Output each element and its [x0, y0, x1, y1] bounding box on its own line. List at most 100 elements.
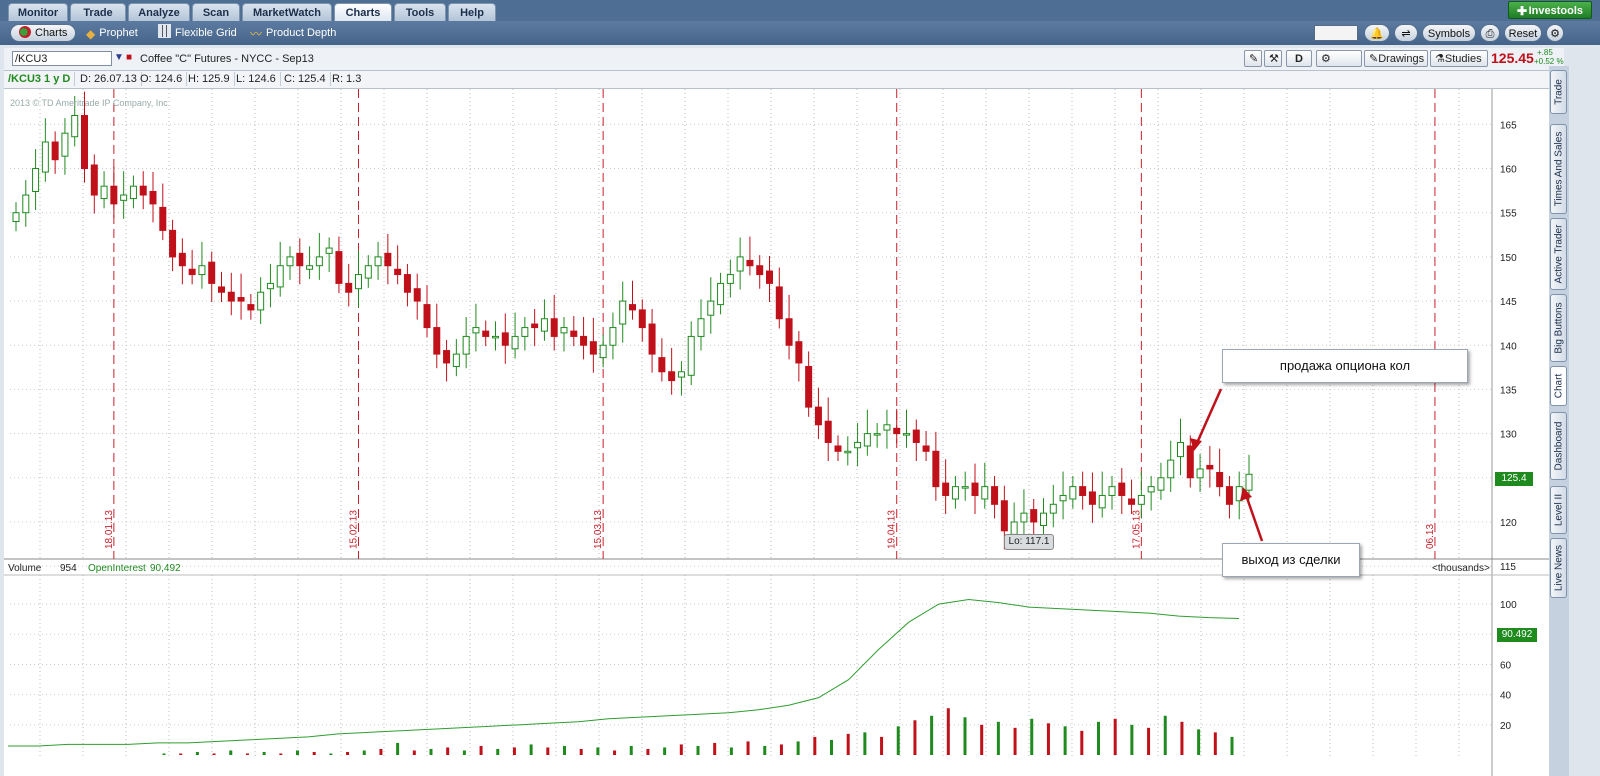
volume-bar	[1080, 730, 1084, 755]
volume-bar	[1230, 736, 1234, 755]
symbol-dropdown-icon[interactable]: ▼	[114, 52, 124, 63]
tab-tools[interactable]: Tools	[394, 3, 446, 21]
tab-charts[interactable]: Charts	[334, 3, 392, 21]
style-button[interactable]: ⚙ Style	[1316, 50, 1362, 82]
copyright-note: 2013 © TD Ameritrade IP Company, Inc.	[10, 98, 171, 108]
tab-help[interactable]: Help	[448, 3, 496, 21]
candle-up	[599, 344, 607, 359]
price-tick-label: 155	[1500, 209, 1517, 220]
volume-bar	[346, 751, 350, 755]
drawings-button[interactable]: ✎Drawings	[1364, 50, 1428, 67]
candle-up	[315, 256, 323, 267]
investools-logo-icon: ✚	[1517, 4, 1528, 18]
candle-up	[844, 450, 852, 454]
price-chart[interactable]: 16516015515014514013513012512011518.01.1…	[4, 89, 1549, 776]
studies-button[interactable]: ⚗Studies	[1430, 50, 1488, 67]
volume-bar	[1030, 718, 1034, 755]
tab-trade[interactable]: Trade	[70, 3, 126, 21]
info-date: D: 26.07.13	[80, 72, 142, 86]
volume-bar	[162, 753, 166, 755]
candle-up	[1167, 459, 1175, 479]
volume-bar	[980, 724, 984, 755]
last-price: 125.45	[1491, 50, 1534, 66]
low-marker: Lo: 117.1	[1004, 534, 1054, 550]
candle-up	[266, 282, 274, 290]
candle-down	[482, 330, 490, 337]
wrench-tool-button[interactable]: ⚒	[1264, 50, 1282, 67]
layout-selector[interactable]	[1314, 25, 1358, 41]
reset-button[interactable]: Reset	[1504, 24, 1542, 42]
price-badge: 125.4	[1495, 472, 1533, 486]
symbol-link-icon[interactable]: ■	[126, 52, 132, 63]
percent-change: +0.52 %	[1534, 57, 1564, 66]
side-tab-dashboard[interactable]: Dashboard	[1550, 412, 1567, 480]
candle-down	[178, 252, 186, 267]
side-tab-live-news[interactable]: Live News	[1550, 538, 1567, 598]
side-tab-active-trader[interactable]: Active Trader	[1550, 218, 1567, 290]
volume-bar	[629, 745, 633, 755]
candle-up	[1245, 473, 1253, 491]
side-panel-tabs: Trade Times And Sales Active Trader Big …	[1549, 66, 1569, 776]
candle-down	[912, 429, 920, 443]
candle-up	[120, 194, 128, 201]
candle-up	[854, 441, 862, 449]
volume-bar	[913, 720, 917, 755]
side-tab-level-ii[interactable]: Level II	[1550, 486, 1567, 534]
volume-bar	[963, 717, 967, 755]
tab-scan[interactable]: Scan	[192, 3, 240, 21]
volume-bar	[379, 748, 383, 755]
volume-bar	[1046, 723, 1050, 755]
volume-bar	[446, 747, 450, 755]
side-tab-times-and-sales[interactable]: Times And Sales	[1550, 124, 1567, 214]
volume-bar	[479, 745, 483, 755]
side-tab-trade[interactable]: Trade	[1550, 70, 1567, 114]
volume-bar	[1163, 715, 1167, 755]
candle-down	[795, 341, 803, 364]
candle-down	[942, 482, 950, 496]
symbol-input[interactable]: /KCU3	[12, 51, 112, 66]
tab-marketwatch[interactable]: MarketWatch	[242, 3, 332, 21]
bell-button[interactable]: 🔔	[1364, 24, 1390, 42]
settings-button[interactable]: ⚙	[1546, 24, 1564, 42]
subnav-charts[interactable]: Charts	[10, 24, 77, 42]
side-tab-chart[interactable]: Chart	[1550, 366, 1567, 406]
volume-bar	[412, 750, 416, 755]
link-button[interactable]: ⇌	[1394, 24, 1418, 42]
symbol-bar: /KCU3 ▼ ■ Coffee "C" Futures - NYCC - Se…	[4, 48, 1564, 82]
candle-down	[766, 270, 773, 284]
volume-bar	[763, 745, 767, 755]
print-button[interactable]: ⎙	[1480, 24, 1500, 42]
candle-down	[227, 291, 235, 302]
side-tab-big-buttons[interactable]: Big Buttons	[1550, 294, 1567, 362]
candle-down	[394, 268, 402, 276]
ohlc-info-bar: /KCU3 1 y D D: 26.07.13 O: 124.6 H: 125.…	[4, 71, 1549, 89]
main-tab-bar: Monitor Trade Analyze Scan MarketWatch C…	[0, 0, 1600, 21]
subnav-product-depth[interactable]: 〰 Product Depth	[250, 24, 336, 42]
candle-up	[951, 486, 959, 500]
volume-bar	[880, 736, 884, 755]
info-high: H: 125.9	[188, 72, 235, 86]
candle-down	[893, 427, 901, 435]
subnav-flexible-grid[interactable]: Flexible Grid	[158, 24, 237, 42]
aggregation-button[interactable]: D	[1286, 50, 1312, 67]
volume-bar	[1130, 724, 1134, 755]
side-tab-active-trader-label: Active Trader	[1553, 224, 1564, 284]
candle-up	[981, 486, 989, 500]
expiry-label: 19.04.13	[887, 510, 898, 549]
subnav-prophet[interactable]: ◆ Prophet	[86, 24, 138, 42]
tab-analyze[interactable]: Analyze	[128, 3, 190, 21]
candle-down	[638, 309, 646, 329]
crosshair-tool-button[interactable]: ✎	[1244, 50, 1262, 67]
chart-area[interactable]: 16516015515014514013513012512011518.01.1…	[4, 89, 1549, 776]
expiry-label: 15.02.13	[349, 510, 360, 549]
volume-value: 954	[60, 563, 77, 574]
volume-bar	[546, 747, 550, 755]
open-interest-line	[8, 599, 1240, 747]
candle-up	[61, 132, 69, 157]
symbols-button[interactable]: Symbols	[1422, 24, 1476, 42]
tab-monitor[interactable]: Monitor	[8, 3, 68, 21]
volume-bar	[529, 744, 533, 755]
investools-button[interactable]: ✚ Investools	[1508, 1, 1592, 19]
volume-bar	[863, 732, 867, 755]
candle-down	[159, 206, 167, 231]
